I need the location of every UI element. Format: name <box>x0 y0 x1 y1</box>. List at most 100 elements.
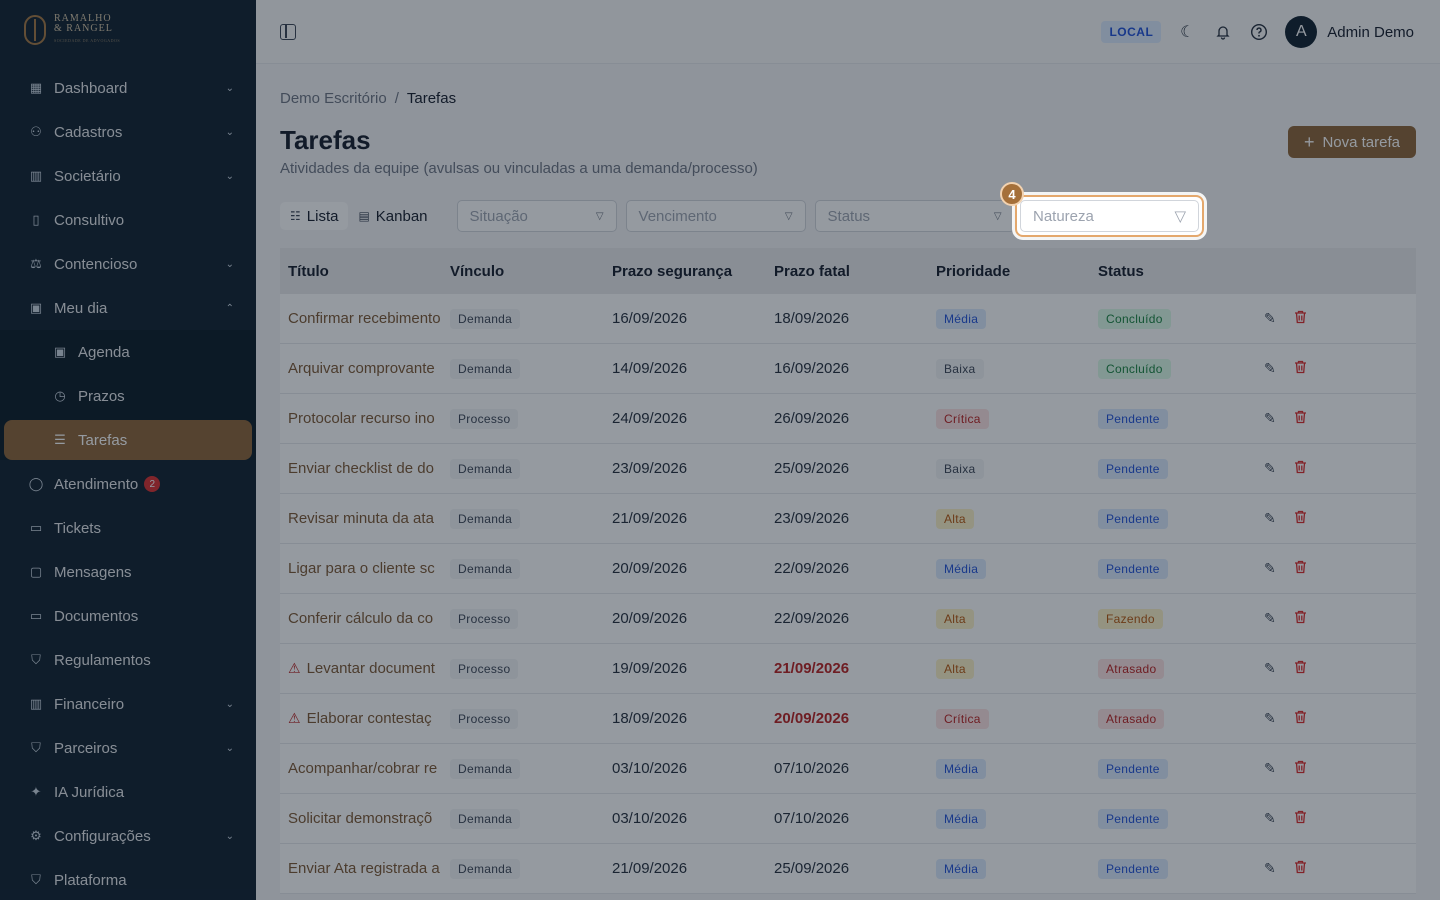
task-title[interactable]: Conferir cálculo da co <box>288 610 433 627</box>
sidebar-item-cadastros[interactable]: ⚇ Cadastros ⌄ <box>0 110 256 154</box>
pencil-icon[interactable]: ✎ <box>1264 660 1276 677</box>
task-title-cell[interactable]: Conferir cálculo da co <box>280 610 442 627</box>
col-status[interactable]: Status <box>1090 263 1252 280</box>
user-name[interactable]: Admin Demo <box>1327 24 1414 41</box>
sidebar-item-regulamentos[interactable]: ⛉ Regulamentos <box>0 638 256 682</box>
task-title[interactable]: Ligar para o cliente sc <box>288 560 435 577</box>
pencil-icon[interactable]: ✎ <box>1264 610 1276 627</box>
situacao-select[interactable]: Situação ▽ <box>456 200 617 232</box>
task-title[interactable]: Acompanhar/cobrar re <box>288 760 437 777</box>
pencil-icon[interactable]: ✎ <box>1264 760 1276 777</box>
task-title[interactable]: Elaborar contestaç <box>307 710 432 727</box>
sidebar-item-ia-jur-dica[interactable]: ✦ IA Jurídica <box>0 770 256 814</box>
avatar[interactable]: A <box>1285 16 1318 48</box>
trash-icon[interactable] <box>1294 510 1307 527</box>
task-title-cell[interactable]: ⚠ Levantar document <box>280 660 442 677</box>
table-row[interactable]: Revisar minuta da ata Demanda 21/09/2026 23… <box>280 494 1416 544</box>
table-row[interactable]: Enviar checklist de do Demanda 23/09/2026 2… <box>280 444 1416 494</box>
trash-icon[interactable] <box>1294 860 1307 877</box>
task-title-cell[interactable]: Arquivar comprovante <box>280 360 442 377</box>
natureza-select[interactable]: Natureza ▽ <box>1020 200 1199 232</box>
pencil-icon[interactable]: ✎ <box>1264 360 1276 377</box>
breadcrumb-root[interactable]: Demo Escritório <box>280 90 387 107</box>
sidebar-item-configura-es[interactable]: ⚙ Configurações ⌄ <box>0 814 256 858</box>
col-prazo-seguranca[interactable]: Prazo segurança <box>604 263 766 280</box>
sidebar-item-plataforma[interactable]: ⛉ Plataforma <box>0 858 256 900</box>
sidebar-item-atendimento[interactable]: ◯ Atendimento 2 <box>0 462 256 506</box>
table-row[interactable]: Arquivar comprovante Demanda 14/09/2026 16/… <box>280 344 1416 394</box>
pencil-icon[interactable]: ✎ <box>1264 510 1276 527</box>
bell-icon[interactable] <box>1213 22 1233 42</box>
task-title-cell[interactable]: Protocolar recurso ino <box>280 410 442 427</box>
trash-icon[interactable] <box>1294 660 1307 677</box>
task-title-cell[interactable]: Confirmar recebimento <box>280 310 442 327</box>
brand-logo[interactable]: RAMALHO & RANGEL SOCIEDADE DE ADVOGADOS <box>0 0 256 60</box>
table-row[interactable]: Confirmar recebimento Demanda 16/09/2026 18… <box>280 294 1416 344</box>
help-icon[interactable] <box>1249 22 1269 42</box>
col-titulo[interactable]: Título <box>280 263 442 280</box>
table-row[interactable]: Acompanhar/cobrar re Demanda 03/10/2026 07/… <box>280 744 1416 794</box>
sidebar-item-financeiro[interactable]: ▥ Financeiro ⌄ <box>0 682 256 726</box>
task-title-cell[interactable]: Enviar Ata registrada a <box>280 860 442 877</box>
task-title[interactable]: Revisar minuta da ata <box>288 510 434 527</box>
sidebar-item-tickets[interactable]: ▭ Tickets <box>0 506 256 550</box>
col-prazo-fatal[interactable]: Prazo fatal <box>766 263 928 280</box>
trash-icon[interactable] <box>1294 310 1307 327</box>
sidebar-item-meu-dia[interactable]: ▣ Meu dia ⌃ <box>0 286 256 330</box>
sidebar-item-tarefas[interactable]: ☰ Tarefas <box>4 420 252 460</box>
task-title-cell[interactable]: Solicitar demonstraçõ <box>280 810 442 827</box>
trash-icon[interactable] <box>1294 710 1307 727</box>
pencil-icon[interactable]: ✎ <box>1264 860 1276 877</box>
task-title[interactable]: Solicitar demonstraçõ <box>288 810 432 827</box>
status-select[interactable]: Status ▽ <box>814 200 1015 232</box>
sidebar-item-societ-rio[interactable]: ▥ Societário ⌄ <box>0 154 256 198</box>
col-vinculo[interactable]: Vínculo <box>442 263 604 280</box>
table-row[interactable]: Protocolar recurso ino Processo 24/09/2026… <box>280 394 1416 444</box>
view-list-button[interactable]: ☷ Lista <box>280 202 349 230</box>
table-row[interactable]: Enviar Ata registrada a Demanda 21/09/2026… <box>280 844 1416 894</box>
task-title[interactable]: Arquivar comprovante <box>288 360 435 377</box>
task-title[interactable]: Protocolar recurso ino <box>288 410 435 427</box>
task-title-cell[interactable]: ⚠ Elaborar contestaç <box>280 710 442 727</box>
view-kanban-button[interactable]: ▤ Kanban <box>348 202 437 230</box>
sidebar-item-agenda[interactable]: ▣ Agenda <box>0 330 256 374</box>
task-title[interactable]: Levantar document <box>307 660 435 677</box>
moon-icon[interactable]: ☾ <box>1177 22 1197 42</box>
trash-icon[interactable] <box>1294 560 1307 577</box>
trash-icon[interactable] <box>1294 410 1307 427</box>
task-title[interactable]: Enviar Ata registrada a <box>288 860 440 877</box>
sidebar-item-parceiros[interactable]: ⛉ Parceiros ⌄ <box>0 726 256 770</box>
pencil-icon[interactable]: ✎ <box>1264 460 1276 477</box>
table-row[interactable]: Conferir cálculo da co Processo 20/09/2026… <box>280 594 1416 644</box>
task-title-cell[interactable]: Enviar checklist de do <box>280 460 442 477</box>
sidebar-item-dashboard[interactable]: ▦ Dashboard ⌄ <box>0 66 256 110</box>
task-title[interactable]: Confirmar recebimento <box>288 310 441 327</box>
task-title-cell[interactable]: Ligar para o cliente sc <box>280 560 442 577</box>
table-row[interactable]: Ligar para o cliente sc Demanda 20/09/2026… <box>280 544 1416 594</box>
sidebar-item-contencioso[interactable]: ⚖ Contencioso ⌄ <box>0 242 256 286</box>
new-task-button[interactable]: + Nova tarefa <box>1287 126 1416 158</box>
sidebar-item-documentos[interactable]: ▭ Documentos <box>0 594 256 638</box>
vencimento-select[interactable]: Vencimento ▽ <box>625 200 806 232</box>
pencil-icon[interactable]: ✎ <box>1264 710 1276 727</box>
pencil-icon[interactable]: ✎ <box>1264 310 1276 327</box>
trash-icon[interactable] <box>1294 810 1307 827</box>
pencil-icon[interactable]: ✎ <box>1264 560 1276 577</box>
task-title[interactable]: Enviar checklist de do <box>288 460 434 477</box>
task-title-cell[interactable]: Acompanhar/cobrar re <box>280 760 442 777</box>
pencil-icon[interactable]: ✎ <box>1264 810 1276 827</box>
trash-icon[interactable] <box>1294 360 1307 377</box>
sidebar-toggle-icon[interactable] <box>280 24 296 40</box>
table-row[interactable]: ⚠ Levantar document Processo 19/09/2026 21/0… <box>280 644 1416 694</box>
col-prioridade[interactable]: Prioridade <box>928 263 1090 280</box>
task-title-cell[interactable]: Revisar minuta da ata <box>280 510 442 527</box>
table-row[interactable]: ⚠ Elaborar contestaç Processo 18/09/2026 20/… <box>280 694 1416 744</box>
sidebar-item-consultivo[interactable]: ▯ Consultivo <box>0 198 256 242</box>
sidebar-item-mensagens[interactable]: ▢ Mensagens <box>0 550 256 594</box>
trash-icon[interactable] <box>1294 610 1307 627</box>
trash-icon[interactable] <box>1294 760 1307 777</box>
sidebar-item-prazos[interactable]: ◷ Prazos <box>0 374 256 418</box>
trash-icon[interactable] <box>1294 460 1307 477</box>
pencil-icon[interactable]: ✎ <box>1264 410 1276 427</box>
table-row[interactable]: Solicitar demonstraçõ Demanda 03/10/2026 07… <box>280 794 1416 844</box>
